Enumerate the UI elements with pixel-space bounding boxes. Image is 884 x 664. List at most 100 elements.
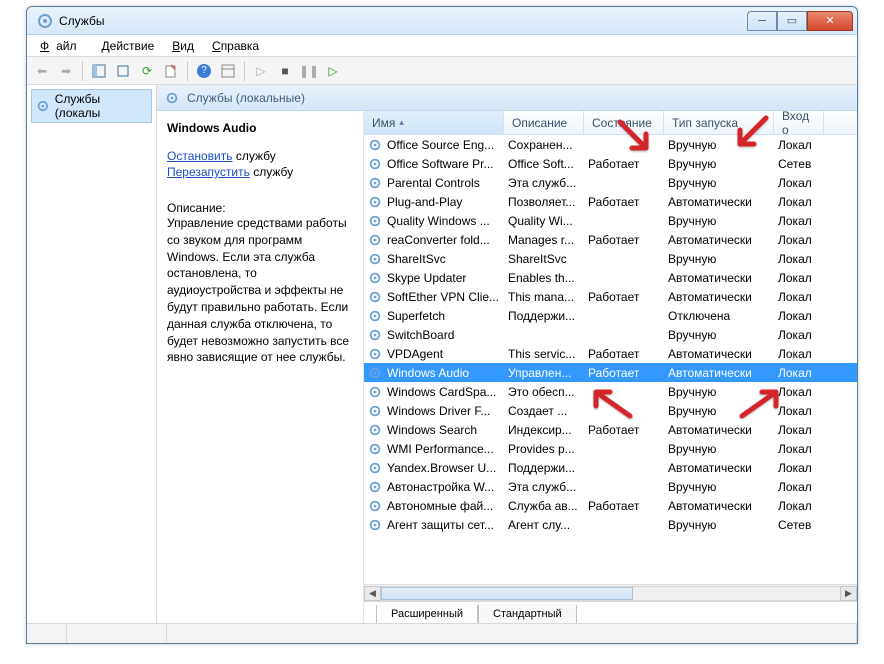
- service-row[interactable]: Plug-and-PlayПозволяет...РаботаетАвтомат…: [364, 192, 857, 211]
- cell-state: Работает: [584, 195, 664, 209]
- stop-service-button[interactable]: ■: [274, 60, 296, 82]
- service-row[interactable]: Автонастройка W...Эта служб...ВручнуюЛок…: [364, 477, 857, 496]
- service-row[interactable]: reaConverter fold...Manages r...Работает…: [364, 230, 857, 249]
- cell-state: Работает: [584, 290, 664, 304]
- service-row[interactable]: VPDAgentThis servic...РаботаетАвтоматиче…: [364, 344, 857, 363]
- cell-name: Yandex.Browser U...: [364, 461, 504, 475]
- service-row[interactable]: SwitchBoardВручнуюЛокал: [364, 325, 857, 344]
- column-header-3[interactable]: Тип запуска: [664, 111, 774, 134]
- options-button[interactable]: [217, 60, 239, 82]
- service-row[interactable]: Office Source Eng...Сохранен...ВручнуюЛо…: [364, 135, 857, 154]
- service-row[interactable]: Windows SearchИндексир...РаботаетАвтомат…: [364, 420, 857, 439]
- detail-service-name: Windows Audio: [167, 121, 353, 135]
- menu-view[interactable]: Вид: [165, 37, 201, 55]
- tree-item-services-local[interactable]: Службы (локалы: [31, 89, 152, 123]
- cell-startup: Вручную: [664, 442, 774, 456]
- pause-service-button[interactable]: ❚❚: [298, 60, 320, 82]
- service-row[interactable]: Yandex.Browser U...Поддержи...Автоматиче…: [364, 458, 857, 477]
- cell-name: Office Software Pr...: [364, 157, 504, 171]
- column-header-2[interactable]: Состояние: [584, 111, 664, 134]
- cell-startup: Отключена: [664, 309, 774, 323]
- service-row[interactable]: Автономные фай...Служба ав...РаботаетАвт…: [364, 496, 857, 515]
- start-service-button[interactable]: ▷: [250, 60, 272, 82]
- titlebar[interactable]: Службы ─ ▭ ✕: [27, 7, 857, 35]
- cell-startup: Вручную: [664, 157, 774, 171]
- tabs-strip: Расширенный Стандартный: [364, 601, 857, 623]
- menu-help[interactable]: Справка: [205, 37, 266, 55]
- scroll-track[interactable]: [381, 586, 840, 601]
- cell-startup: Вручную: [664, 385, 774, 399]
- export-button[interactable]: [160, 60, 182, 82]
- stop-service-link[interactable]: Остановить: [167, 149, 233, 163]
- scroll-left-button[interactable]: ◀: [364, 586, 381, 601]
- restart-service-link[interactable]: Перезапустить: [167, 165, 250, 179]
- cell-description: Создает ...: [504, 404, 584, 418]
- cell-logon: Локал: [774, 309, 824, 323]
- services-window: Службы ─ ▭ ✕ Файл Действие Вид Справка ⬅…: [26, 6, 858, 644]
- service-row[interactable]: Windows CardSpa...Это обесп...ВручнуюЛок…: [364, 382, 857, 401]
- cell-description: Поддержи...: [504, 309, 584, 323]
- cell-state: Работает: [584, 347, 664, 361]
- service-row[interactable]: Skype UpdaterEnables th...АвтоматическиЛ…: [364, 268, 857, 287]
- properties-button[interactable]: [112, 60, 134, 82]
- column-header-0[interactable]: Имя▴: [364, 111, 504, 134]
- cell-name: Parental Controls: [364, 176, 504, 190]
- cell-logon: Локал: [774, 404, 824, 418]
- scroll-thumb[interactable]: [381, 587, 633, 600]
- service-row[interactable]: SuperfetchПоддержи... ОтключенаЛокал: [364, 306, 857, 325]
- description-text: Управление средствами работы со звуком д…: [167, 215, 353, 366]
- cell-description: Управлен...: [504, 366, 584, 380]
- scroll-right-button[interactable]: ▶: [840, 586, 857, 601]
- menu-file[interactable]: Файл: [33, 37, 91, 55]
- cell-logon: Локал: [774, 347, 824, 361]
- back-button[interactable]: ⬅: [31, 60, 53, 82]
- service-row[interactable]: WMI Performance...Provides p...ВручнуюЛо…: [364, 439, 857, 458]
- service-row[interactable]: Quality Windows ...Quality Wi...ВручнуюЛ…: [364, 211, 857, 230]
- cell-description: This mana...: [504, 290, 584, 304]
- service-row[interactable]: Windows AudioУправлен...РаботаетАвтомати…: [364, 363, 857, 382]
- menu-action[interactable]: Действие: [95, 37, 162, 55]
- cell-description: Это обесп...: [504, 385, 584, 399]
- service-row[interactable]: Агент защиты сет...Агент слу...ВручнуюСе…: [364, 515, 857, 534]
- tab-extended[interactable]: Расширенный: [376, 605, 478, 623]
- minimize-button[interactable]: ─: [747, 11, 777, 31]
- statusbar: [27, 623, 857, 643]
- cell-description: Агент слу...: [504, 518, 584, 532]
- refresh-button[interactable]: ⟳: [136, 60, 158, 82]
- cell-name: Автонастройка W...: [364, 480, 504, 494]
- service-row[interactable]: Parental ControlsЭта служб...ВручнуюЛока…: [364, 173, 857, 192]
- cell-state: Работает: [584, 233, 664, 247]
- tab-standard[interactable]: Стандартный: [478, 605, 577, 623]
- cell-description: Manages r...: [504, 233, 584, 247]
- cell-description: Provides p...: [504, 442, 584, 456]
- cell-state: Работает: [584, 423, 664, 437]
- service-row[interactable]: SoftEther VPN Clie...This mana...Работае…: [364, 287, 857, 306]
- cell-logon: Локал: [774, 423, 824, 437]
- horizontal-scrollbar[interactable]: ◀ ▶: [364, 584, 857, 601]
- cell-state: Работает: [584, 157, 664, 171]
- detail-pane: Windows Audio Остановить службу Перезапу…: [157, 111, 364, 623]
- column-header-1[interactable]: Описание: [504, 111, 584, 134]
- cell-description: Enables th...: [504, 271, 584, 285]
- restart-service-button[interactable]: ▷: [322, 60, 344, 82]
- cell-name: Windows CardSpa...: [364, 385, 504, 399]
- maximize-button[interactable]: ▭: [777, 11, 807, 31]
- cell-description: Индексир...: [504, 423, 584, 437]
- cell-startup: Автоматически: [664, 366, 774, 380]
- column-header-4[interactable]: Вход о: [774, 111, 824, 134]
- services-list[interactable]: Office Source Eng...Сохранен...ВручнуюЛо…: [364, 135, 857, 584]
- help-button[interactable]: ?: [193, 60, 215, 82]
- show-hide-tree-button[interactable]: [88, 60, 110, 82]
- cell-description: Служба ав...: [504, 499, 584, 513]
- cell-name: Superfetch: [364, 309, 504, 323]
- forward-button[interactable]: ➡: [55, 60, 77, 82]
- service-row[interactable]: Office Software Pr...Office Soft...Работ…: [364, 154, 857, 173]
- close-button[interactable]: ✕: [807, 11, 853, 31]
- cell-description: Эта служб...: [504, 176, 584, 190]
- gear-icon: [36, 99, 50, 113]
- cell-name: Office Source Eng...: [364, 138, 504, 152]
- service-row[interactable]: Windows Driver F...Создает ...ВручнуюЛок…: [364, 401, 857, 420]
- cell-startup: Вручную: [664, 214, 774, 228]
- service-row[interactable]: ShareItSvcShareItSvcВручнуюЛокал: [364, 249, 857, 268]
- cell-description: Quality Wi...: [504, 214, 584, 228]
